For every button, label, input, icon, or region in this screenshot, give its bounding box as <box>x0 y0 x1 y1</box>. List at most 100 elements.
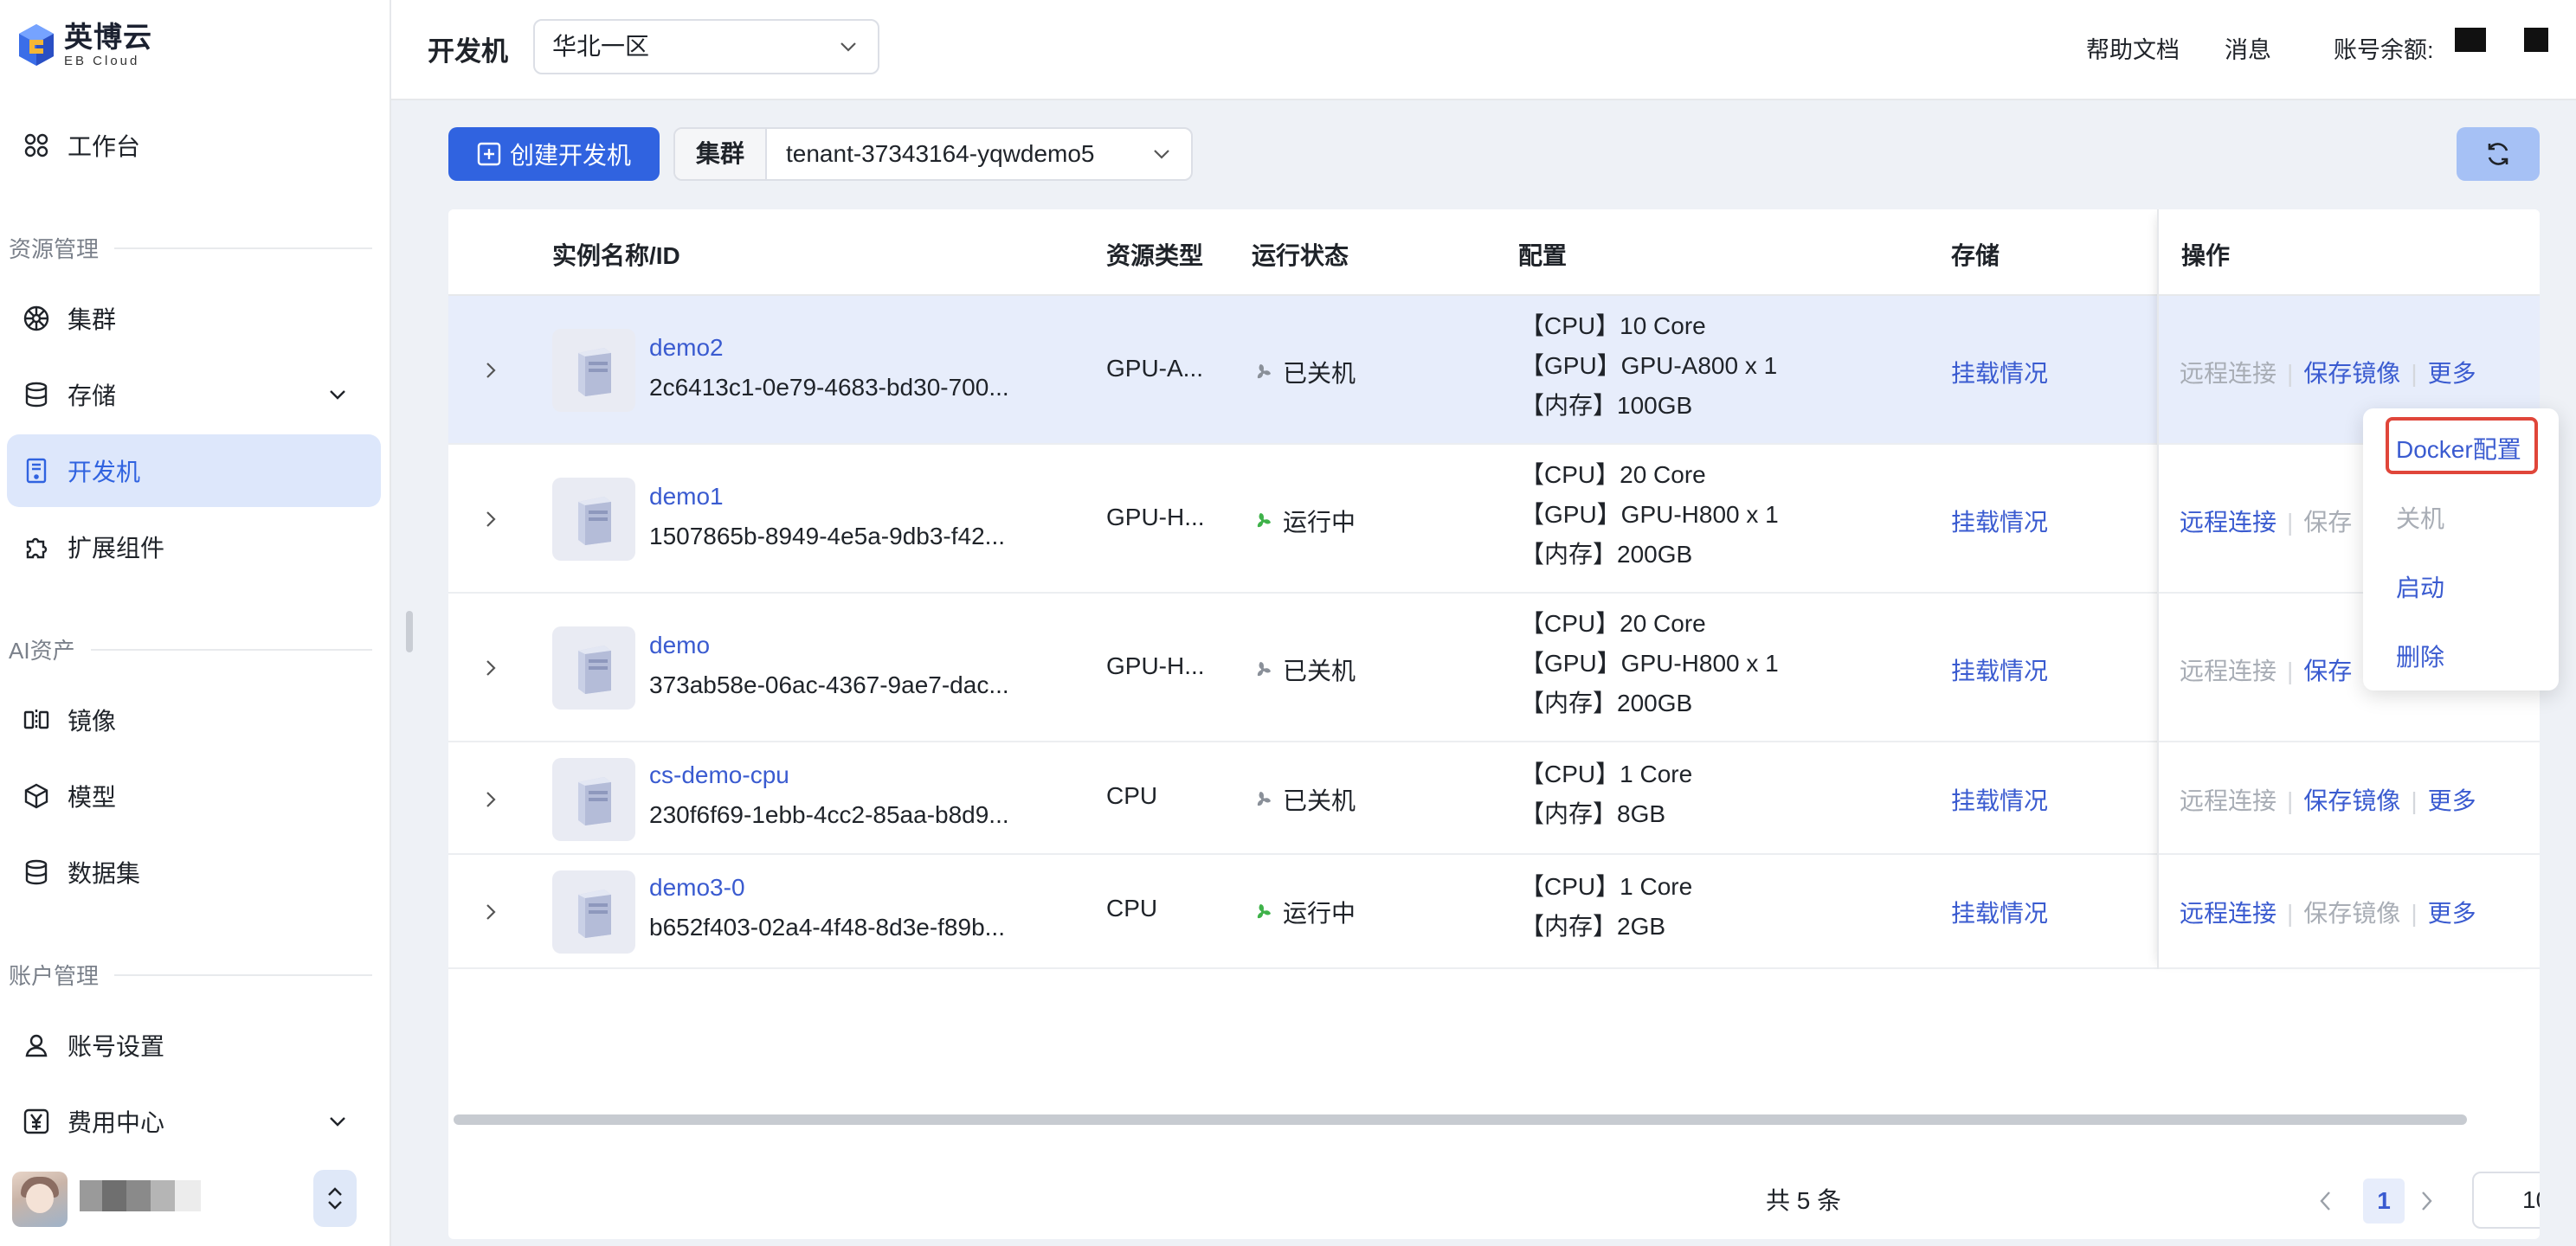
instance-name[interactable]: demo2 <box>649 334 724 362</box>
brand-logo[interactable]: 英博云 EB Cloud <box>17 22 152 67</box>
server-icon <box>552 478 635 561</box>
nav-label: 存储 <box>68 382 117 409</box>
nav-item-devbox[interactable]: 开发机 <box>7 434 381 507</box>
chevron-down-icon[interactable] <box>327 384 348 405</box>
instance-id: 1507865b-8949-4e5a-9db3-f42... <box>649 523 1006 549</box>
chevron-left-icon[interactable] <box>2316 1189 2335 1213</box>
instance-name[interactable]: demo1 <box>649 483 724 511</box>
th-storage: 存储 <box>1951 242 2000 269</box>
config-line: 【内存】2GB <box>1520 913 1666 940</box>
refresh-icon <box>2488 143 2508 165</box>
brand-name: 英博云 <box>64 21 152 53</box>
cluster-icon <box>21 303 52 334</box>
resource-type: GPU-H... <box>1106 504 1205 530</box>
mount-status-link[interactable]: 挂载情况 <box>1951 355 2048 389</box>
status-badge: 已关机 <box>1252 782 1356 817</box>
devbox-table: 实例名称/ID 资源类型 运行状态 配置 存储 操作 demo2 2c6413c… <box>448 209 2540 1239</box>
mount-status-link[interactable]: 挂载情况 <box>1951 652 2048 687</box>
create-devbox-button[interactable]: 创建开发机 <box>448 127 660 181</box>
cluster-select[interactable]: 集群 tenant-37343164-yqwdemo5 <box>673 127 1193 181</box>
menu-item-start[interactable]: 启动 <box>2396 569 2444 604</box>
menu-item-shutdown[interactable]: 关机 <box>2396 500 2444 535</box>
messages-link[interactable]: 消息 <box>2225 31 2271 65</box>
nav-item-image[interactable]: 镜像 <box>7 684 381 756</box>
chevron-right-icon[interactable] <box>480 902 500 922</box>
config-text: 【CPU】20 Core 【GPU】GPU-H800 x 1 【内存】200GB <box>1520 604 1779 723</box>
chevron-right-icon[interactable] <box>480 658 500 678</box>
chevron-down-icon <box>840 42 856 52</box>
instance-id: b652f403-02a4-4f48-8d3e-f89b... <box>649 914 1005 941</box>
fan-stopped-icon <box>1257 662 1271 677</box>
nav-item-cluster[interactable]: 集群 <box>7 282 381 355</box>
chevron-right-icon[interactable] <box>480 509 500 530</box>
puzzle-icon <box>21 531 52 562</box>
user-name-masked <box>80 1180 209 1215</box>
nav-label: 镜像 <box>68 708 117 735</box>
config-line: 【内存】200GB <box>1520 690 1693 716</box>
nav-item-workbench[interactable]: 工作台 <box>7 109 381 182</box>
region-select[interactable]: 华北一区 <box>533 19 879 74</box>
mount-status-link[interactable]: 挂载情况 <box>1951 504 2048 538</box>
config-line: 【内存】200GB <box>1520 541 1693 568</box>
menu-item-delete[interactable]: 删除 <box>2396 639 2444 673</box>
status-text: 已关机 <box>1283 360 1356 387</box>
server-icon <box>552 758 635 841</box>
balance-masked <box>2524 28 2548 52</box>
nav-label: 费用中心 <box>68 1109 165 1136</box>
nav-item-dataset[interactable]: 数据集 <box>7 836 381 909</box>
status-text: 运行中 <box>1283 900 1356 927</box>
config-line: 【内存】100GB <box>1520 392 1693 419</box>
nav-item-storage[interactable]: 存储 <box>7 358 381 431</box>
database-icon <box>21 379 52 410</box>
chevron-down-icon[interactable] <box>327 1111 348 1132</box>
status-badge: 已关机 <box>1252 355 1356 389</box>
nav-label: 账号设置 <box>68 1033 165 1060</box>
config-text: 【CPU】10 Core 【GPU】GPU-A800 x 1 【内存】100GB <box>1520 306 1777 426</box>
nav-item-billing[interactable]: 费用中心 <box>7 1085 381 1158</box>
section-ai: AI资产 <box>9 633 372 665</box>
instance-name[interactable]: cs-demo-cpu <box>649 761 789 789</box>
config-line: 【GPU】GPU-H800 x 1 <box>1520 501 1779 528</box>
fan-stopped-icon <box>1257 792 1271 806</box>
mount-status-link[interactable]: 挂载情况 <box>1951 782 2048 817</box>
nav-item-extensions[interactable]: 扩展组件 <box>7 511 381 583</box>
cube-icon <box>21 780 52 812</box>
status-badge: 运行中 <box>1252 895 1356 929</box>
page-number-current[interactable]: 1 <box>2363 1179 2405 1224</box>
section-label-text: 资源管理 <box>9 236 100 262</box>
horizontal-scrollbar[interactable] <box>454 1114 2467 1125</box>
account-switch-button[interactable] <box>313 1170 357 1227</box>
chevron-right-icon[interactable] <box>480 360 500 381</box>
sidebar-resize-handle[interactable] <box>406 611 413 652</box>
instance-name[interactable]: demo3-0 <box>649 874 745 902</box>
status-text: 运行中 <box>1283 509 1356 536</box>
cluster-value: tenant-37343164-yqwdemo5 <box>786 140 1095 167</box>
resource-type: GPU-A... <box>1106 355 1204 382</box>
section-resource: 资源管理 <box>9 232 372 264</box>
nav-item-model[interactable]: 模型 <box>7 760 381 832</box>
balance-masked <box>2455 28 2486 52</box>
section-label-text: AI资产 <box>9 638 75 664</box>
menu-item-docker-config[interactable]: Docker配置 <box>2396 431 2521 466</box>
avatar[interactable] <box>12 1172 68 1227</box>
help-docs-link[interactable]: 帮助文档 <box>2086 31 2180 65</box>
balance-label: 账号余额: <box>2334 37 2434 63</box>
instance-name[interactable]: demo <box>649 632 710 659</box>
cluster-label: 集群 <box>675 129 767 179</box>
chevron-right-icon[interactable] <box>2417 1189 2436 1213</box>
chevron-right-icon[interactable] <box>480 789 500 810</box>
config-line: 【内存】8GB <box>1520 800 1666 827</box>
nav-label: 开发机 <box>68 459 141 485</box>
resource-type: GPU-H... <box>1106 652 1205 679</box>
page-size-select[interactable]: 10条/页 <box>2472 1172 2540 1229</box>
mount-status-link[interactable]: 挂载情况 <box>1951 895 2048 929</box>
instance-id: 373ab58e-06ac-4367-9ae7-dac... <box>649 671 1009 698</box>
sidebar: 英博云 EB Cloud 工作台 资源管理 集群 存储 开发机 扩展组件 AI资… <box>0 0 391 1246</box>
nav-item-account-settings[interactable]: 账号设置 <box>7 1009 381 1082</box>
grid-icon <box>21 130 52 161</box>
th-name: 实例名称/ID <box>552 242 680 269</box>
config-line: 【CPU】20 Core <box>1520 461 1706 488</box>
config-line: 【CPU】20 Core <box>1520 610 1706 637</box>
refresh-button[interactable] <box>2457 127 2540 181</box>
user-bar[interactable] <box>12 1170 376 1230</box>
